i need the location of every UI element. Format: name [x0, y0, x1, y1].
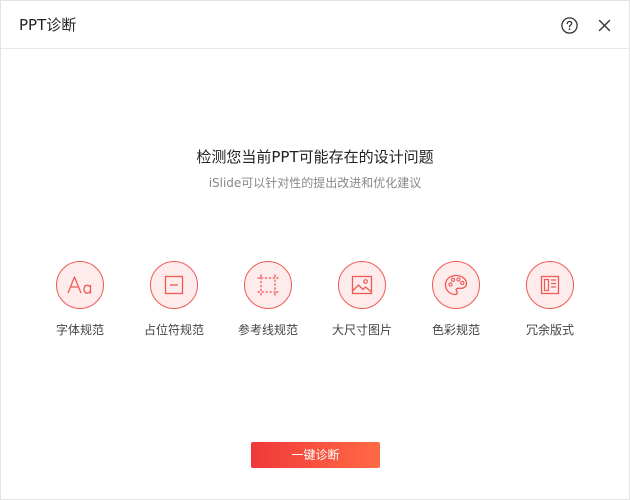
feature-redundant-layout[interactable]: 冗余版式	[505, 261, 595, 338]
feature-color[interactable]: 色彩规范	[411, 261, 501, 338]
title-bar: PPT诊断	[1, 1, 629, 49]
feature-font[interactable]: 字体规范	[35, 261, 125, 338]
feature-guides[interactable]: 参考线规范	[223, 261, 313, 338]
dialog-title: PPT诊断	[19, 16, 77, 34]
headline: 检测您当前PPT可能存在的设计问题	[196, 148, 434, 166]
diagnosis-dialog: PPT诊断 检测您当前PPT可能存在的设计问题 iSlide可以针对性的提出改进…	[0, 0, 630, 500]
question-circle-icon[interactable]	[561, 17, 578, 34]
close-x-icon[interactable]	[598, 19, 611, 32]
feature-list: 字体规范 占位符规范 参考线规范 大尺寸图片 色彩规范 冗余版式	[31, 261, 599, 351]
palette-icon	[432, 261, 480, 309]
feature-placeholder[interactable]: 占位符规范	[129, 261, 219, 338]
one-click-diagnose-button[interactable]: 一键诊断	[251, 442, 380, 468]
subheadline: iSlide可以针对性的提出改进和优化建议	[208, 176, 422, 190]
feature-label: 占位符规范	[143, 323, 204, 337]
placeholder-icon	[150, 261, 198, 309]
image-icon	[338, 261, 386, 309]
guides-icon	[244, 261, 292, 309]
layout-icon	[526, 261, 574, 309]
feature-large-image[interactable]: 大尺寸图片	[317, 261, 407, 338]
feature-label: 色彩规范	[431, 323, 480, 337]
feature-label: 大尺寸图片	[331, 323, 392, 337]
feature-label: 参考线规范	[237, 323, 298, 337]
feature-label: 冗余版式	[525, 323, 574, 337]
font-aa-icon	[56, 261, 104, 309]
feature-label: 字体规范	[55, 323, 104, 337]
